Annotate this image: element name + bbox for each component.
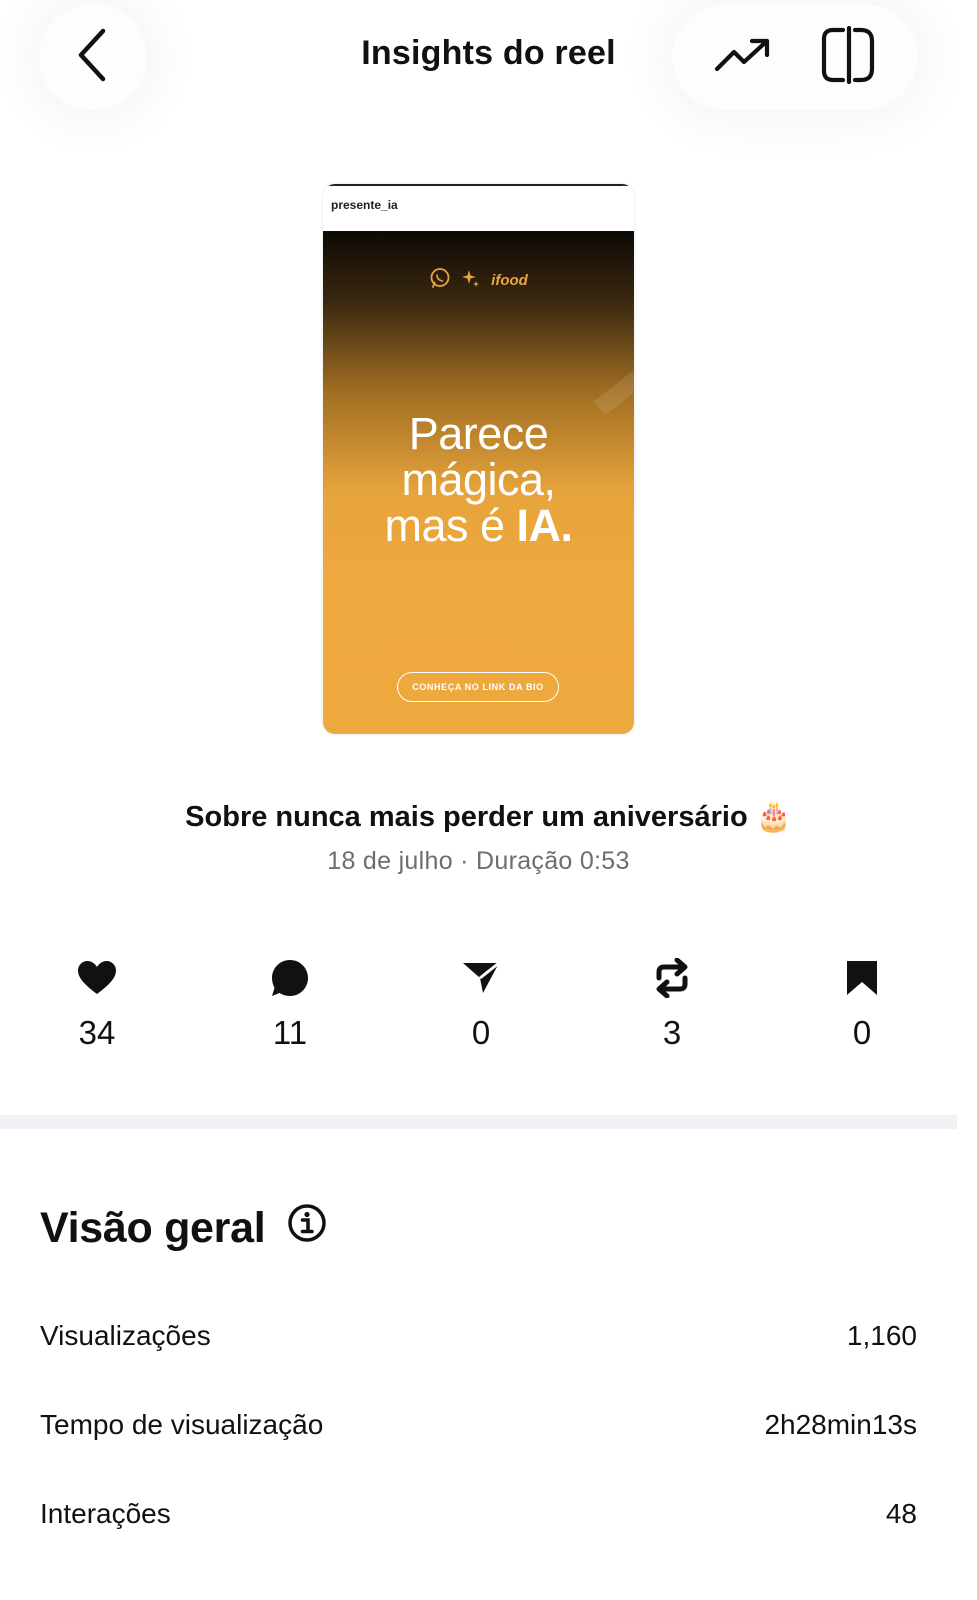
headline-line-3: mas é IA. <box>323 503 634 549</box>
thumbnail-headline: Parece mágica, mas é IA. <box>323 411 634 549</box>
views-value: 1,160 <box>846 1320 917 1351</box>
saves-stat: 0 <box>802 958 922 1052</box>
thumbnail-cta: CONHEÇA NO LINK DA BIO <box>397 672 559 702</box>
overview-title-text: Visão geral <box>40 1204 266 1252</box>
headline-line-3b: IA. <box>516 500 574 551</box>
whatsapp-icon <box>429 267 451 294</box>
watch-time-value: 2h28min13s <box>764 1409 917 1440</box>
shares-stat: 0 <box>421 958 541 1052</box>
caption-text: Sobre nunca mais perder um aniversário <box>185 801 748 833</box>
reel-insights-screen: Insights do reel presente_ia ifood Parec… <box>0 0 977 1600</box>
comments-stat: 11 <box>230 958 350 1052</box>
repost-icon <box>653 957 691 1003</box>
reel-thumbnail[interactable]: presente_ia ifood Parece mágica, mas é I… <box>323 184 634 734</box>
likes-count: 34 <box>78 1014 116 1051</box>
headline-line-2: mágica, <box>401 454 556 505</box>
comment-icon <box>270 958 310 1003</box>
trends-button[interactable] <box>703 17 783 97</box>
sparkle-icon <box>461 267 481 294</box>
interactions-label: Interações <box>40 1498 171 1529</box>
watch-time-label: Tempo de visualização <box>40 1409 324 1440</box>
bookmark-icon <box>845 959 879 1002</box>
headline-line-3a: mas é <box>384 500 517 551</box>
views-label: Visualizações <box>40 1320 211 1351</box>
reposts-stat: 3 <box>612 957 732 1052</box>
compare-panel-icon <box>819 25 877 89</box>
reel-meta: 18 de julho · Duração 0:53 <box>327 847 630 875</box>
compare-button[interactable] <box>808 17 888 97</box>
header: Insights do reel <box>0 0 977 150</box>
cake-emoji: 🎂 <box>755 801 792 833</box>
section-divider <box>0 1115 957 1129</box>
headline-line-1: Parece <box>408 408 549 459</box>
overview-row-interactions[interactable]: Interações 48 <box>40 1498 917 1530</box>
saves-count: 0 <box>852 1014 872 1051</box>
thumbnail-logos: ifood <box>323 267 634 294</box>
send-icon <box>461 959 501 1002</box>
likes-stat: 34 <box>37 958 157 1052</box>
overview-row-views[interactable]: Visualizações 1,160 <box>40 1320 917 1352</box>
heart-icon <box>77 960 117 1001</box>
header-actions <box>672 4 918 110</box>
decorative-stripe <box>593 364 634 416</box>
engagement-stats: 34 11 0 3 0 <box>0 957 977 1058</box>
info-icon[interactable] <box>287 1203 327 1254</box>
shares-count: 0 <box>471 1014 491 1051</box>
thumbnail-header: presente_ia <box>323 184 634 231</box>
reposts-count: 3 <box>662 1014 682 1051</box>
reel-caption: Sobre nunca mais perder um aniversário 🎂 <box>0 800 977 834</box>
comments-count: 11 <box>272 1014 308 1051</box>
thumbnail-artwork: ifood Parece mágica, mas é IA. CONHEÇA N… <box>323 231 634 734</box>
overview-row-watch-time[interactable]: Tempo de visualização 2h28min13s <box>40 1409 917 1441</box>
interactions-value: 48 <box>885 1498 917 1529</box>
trending-up-icon <box>714 37 772 78</box>
ifood-logo: ifood <box>491 272 528 289</box>
overview-section-title: Visão geral <box>40 1203 327 1254</box>
thumbnail-handle: presente_ia <box>331 198 398 212</box>
